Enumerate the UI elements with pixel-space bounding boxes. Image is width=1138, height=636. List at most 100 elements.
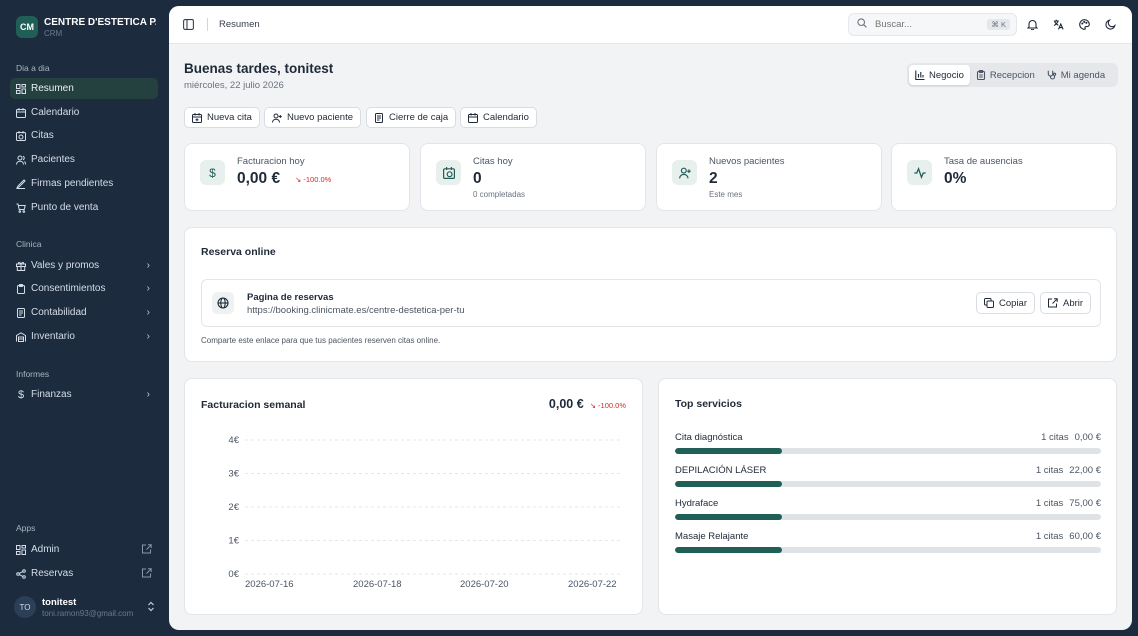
calendar-icon — [16, 107, 26, 118]
stat-value: 0,00 € — [237, 170, 281, 187]
button-label: Calendario — [483, 112, 529, 123]
sidebar-item-label: Citas — [31, 130, 54, 141]
button-label: Cierre de caja — [389, 112, 449, 123]
chevron-right-icon: › — [146, 389, 150, 400]
user-name: tonitest — [42, 596, 77, 608]
y-tick-label: 4€ — [228, 435, 239, 446]
new-patient-button[interactable]: Nuevo paciente — [264, 107, 362, 128]
sidebar-item-calendario[interactable]: Calendario — [10, 102, 158, 123]
chevron-right-icon: › — [146, 307, 150, 318]
search-icon — [857, 18, 867, 31]
sidebar-item-finanzas[interactable]: $ Finanzas › — [10, 384, 158, 405]
new-appointment-button[interactable]: Nueva cita — [184, 107, 260, 128]
bar-chart-icon — [915, 70, 925, 80]
weekly-revenue-chart: 0€ 1€ 2€ 3€ 4€ 2026-07-16 2026-07-18 2026-07-20… — [228, 435, 622, 590]
calendar-icon — [468, 112, 478, 123]
tab-recepcion[interactable]: Recepcion — [970, 65, 1041, 85]
calendar-clock-icon — [16, 130, 26, 141]
sidebar-item-label: Inventario — [31, 331, 75, 342]
sidebar-item-admin[interactable]: Admin — [10, 539, 158, 560]
activity-icon — [907, 160, 932, 185]
tab-label: Mi agenda — [1060, 69, 1106, 81]
y-tick-label: 0€ — [228, 569, 239, 580]
ledger-icon — [16, 307, 26, 318]
service-bar-fill — [675, 448, 782, 454]
section-label-reports: Informes — [16, 369, 50, 379]
warehouse-icon — [16, 331, 26, 342]
moon-icon[interactable] — [1105, 19, 1116, 33]
clipboard-icon — [976, 70, 985, 80]
service-bar-fill — [675, 481, 782, 487]
calendar-button[interactable]: Calendario — [460, 107, 537, 128]
copy-icon — [984, 298, 994, 308]
sidebar-item-punto-venta[interactable]: Punto de venta — [10, 197, 158, 218]
globe-icon — [212, 292, 234, 314]
open-button[interactable]: Abrir — [1040, 292, 1092, 314]
sidebar-item-label: Pacientes — [31, 154, 75, 165]
sidebar-item-reservas[interactable]: Reservas — [10, 563, 158, 584]
tab-label: Negocio — [929, 69, 964, 81]
sidebar-item-citas[interactable]: Citas — [10, 125, 158, 146]
service-count: 1 citas — [1035, 465, 1064, 476]
chevrons-up-down-icon — [147, 601, 155, 615]
service-bar-fill — [675, 514, 782, 520]
sidebar-item-inventario[interactable]: Inventario › — [10, 326, 158, 347]
search-box[interactable]: ⌘ K — [848, 13, 1017, 36]
topbar: Resumen ⌘ K — [169, 6, 1132, 44]
sidebar-item-resumen[interactable]: Resumen — [10, 78, 158, 99]
card-title: Reserva online — [201, 246, 276, 258]
main-panel: Resumen ⌘ K Buenas tardes, tonitest miér… — [169, 6, 1132, 630]
stat-value: 2 — [709, 170, 718, 187]
greeting: Buenas tardes, tonitest — [184, 61, 334, 76]
sidebar-item-contabilidad[interactable]: Contabilidad › — [10, 302, 158, 323]
button-label: Nuevo paciente — [287, 112, 354, 123]
sidebar-item-consentimientos[interactable]: Consentimientos › — [10, 278, 158, 299]
cash-close-button[interactable]: Cierre de caja — [366, 107, 457, 128]
y-tick-label: 2€ — [228, 502, 239, 513]
chevron-right-icon: › — [146, 260, 150, 271]
view-switcher: Negocio Recepcion Mi agenda — [907, 63, 1118, 87]
stat-trend: ↘ -100.0% — [295, 175, 332, 184]
sidebar: CM CENTRE D'ESTETICA P... CRM Dia a dia … — [0, 0, 168, 636]
stethoscope-icon — [1047, 70, 1056, 80]
calendar-plus-icon — [192, 112, 202, 123]
translate-icon[interactable] — [1053, 19, 1064, 33]
booking-hint: Comparte este enlace para que tus pacien… — [201, 336, 441, 345]
bell-icon[interactable] — [1026, 19, 1039, 33]
user-email: toni.ramon93@gmail.com — [42, 608, 134, 618]
sidebar-item-pacientes[interactable]: Pacientes — [10, 149, 158, 170]
sidebar-item-label: Calendario — [31, 107, 80, 118]
booking-url[interactable]: https://booking.clinicmate.es/centre-des… — [247, 305, 465, 316]
tab-mi-agenda[interactable]: Mi agenda — [1041, 65, 1111, 85]
x-tick-label: 2026-07-16 — [245, 579, 294, 590]
service-meta: 1 citas 22,00 € — [1036, 465, 1101, 476]
copy-button[interactable]: Copiar — [976, 292, 1035, 314]
search-input[interactable] — [875, 19, 980, 30]
user-menu[interactable]: TO tonitest toni.ramon93@gmail.com — [14, 596, 159, 618]
sidebar-item-label: Vales y promos — [31, 260, 100, 271]
brand[interactable]: CM CENTRE D'ESTETICA P... CRM — [16, 16, 156, 38]
brand-logo: CM — [16, 16, 38, 38]
stat-subtext: 0 completadas — [473, 190, 526, 199]
sidebar-item-vales[interactable]: Vales y promos › — [10, 255, 158, 276]
brand-subtitle: CRM — [44, 28, 63, 38]
palette-icon[interactable] — [1079, 19, 1090, 33]
button-label: Copiar — [999, 297, 1027, 309]
service-meta: 1 citas 0,00 € — [1041, 432, 1101, 443]
booking-link-box: Pagina de reservas https://booking.clini… — [201, 279, 1101, 327]
stat-label: Citas hoy — [473, 156, 513, 167]
stat-value: 0% — [944, 170, 967, 187]
dollar-icon: $ — [200, 160, 225, 185]
sidebar-item-firmas[interactable]: Firmas pendientes — [10, 173, 158, 194]
sidebar-item-label: Contabilidad — [31, 307, 87, 318]
external-link-icon — [142, 544, 152, 557]
service-bar — [675, 547, 1101, 553]
stat-card-appointments: Citas hoy 0 0 completadas — [420, 143, 646, 211]
service-amount: 60,00 € — [1069, 531, 1101, 542]
button-label: Abrir — [1063, 297, 1084, 309]
service-meta: 1 citas 60,00 € — [1036, 531, 1101, 542]
search-shortcut: ⌘ K — [987, 19, 1010, 30]
sidebar-toggle-icon[interactable] — [183, 19, 194, 33]
tab-negocio[interactable]: Negocio — [909, 65, 970, 85]
service-bar-fill — [675, 547, 782, 553]
